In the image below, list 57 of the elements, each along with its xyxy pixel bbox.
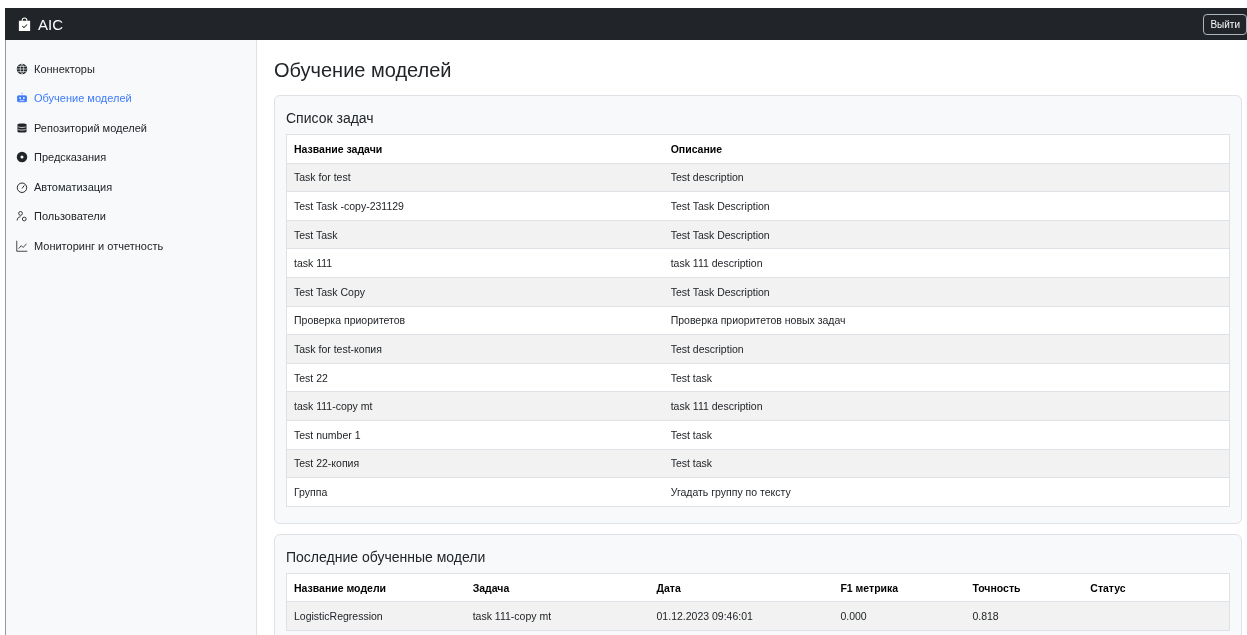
- gauge-icon: [16, 180, 28, 193]
- table-cell: 0.818: [965, 601, 1084, 631]
- sidebar-item[interactable]: Мониторинг и отчетность: [6, 231, 256, 261]
- bag-icon: [17, 16, 32, 32]
- column-header: Название задачи: [286, 134, 664, 164]
- chart-icon: [16, 239, 28, 252]
- people-icon: [16, 210, 28, 223]
- table-cell: 01.12.2023 09:46:01: [649, 601, 834, 631]
- table-cell: 0.000: [833, 601, 966, 631]
- card-title: Последние обученные модели: [286, 548, 487, 565]
- table-cell: task 111 description: [663, 248, 1230, 278]
- table-cell: Task for test-копия: [286, 334, 664, 364]
- table-cell: LogisticRegression: [286, 601, 466, 631]
- table-cell: Проверка приоритетов: [286, 306, 664, 335]
- table-cell: Test Task: [286, 220, 664, 249]
- table-cell: Проверка приоритетов новых задач: [663, 306, 1230, 335]
- sidebar-item[interactable]: Автоматизация: [6, 172, 256, 202]
- table-cell: Test description: [663, 163, 1230, 192]
- brand-name[interactable]: AIC: [38, 15, 63, 33]
- sidebar-item[interactable]: Репозиторий моделей: [6, 113, 256, 143]
- column-header: Описание: [663, 134, 1230, 164]
- sidebar-item[interactable]: Пользователи: [6, 201, 256, 231]
- table-cell: Угадать группу по тексту: [663, 477, 1230, 507]
- table-cell: Test description: [663, 334, 1230, 364]
- table-cell: Test 22: [286, 363, 664, 392]
- table-cell: Test task: [663, 420, 1230, 450]
- table-cell: Test task: [663, 363, 1230, 392]
- robot-icon: [16, 92, 28, 105]
- column-header: Задача: [465, 573, 650, 602]
- card-title: Список задач: [286, 110, 375, 126]
- table-cell: Test Task Description: [663, 277, 1230, 307]
- table-cell: Test Task -copy-231129: [286, 191, 664, 221]
- database-icon: [16, 121, 28, 134]
- table-cell: task 111 description: [663, 391, 1230, 421]
- logout-button[interactable]: Выйти: [1203, 13, 1247, 35]
- sidebar-item[interactable]: Обучение моделей: [6, 83, 256, 113]
- table-cell: Test 22-копия: [286, 449, 664, 478]
- column-header: F1 метрика: [833, 573, 966, 602]
- table-cell: task 111: [286, 248, 664, 278]
- table-cell: Test Task Copy: [286, 277, 664, 307]
- page-title: Обучение моделей: [274, 59, 453, 82]
- disc-icon: [16, 151, 28, 164]
- column-header: Дата: [649, 573, 834, 602]
- column-header: Точность: [965, 573, 1084, 602]
- table-cell: Test Task Description: [663, 191, 1230, 221]
- globe-icon: [16, 62, 28, 75]
- table-cell: Test number 1: [286, 420, 664, 450]
- table-cell: task 111-copy mt: [465, 601, 650, 631]
- table-cell: task 111-copy mt: [286, 391, 664, 421]
- table-cell: Группа: [286, 477, 664, 507]
- column-header: Название модели: [286, 573, 466, 602]
- sidebar-item[interactable]: Предсказания: [6, 142, 256, 172]
- sidebar-item[interactable]: Коннекторы: [6, 54, 256, 84]
- table-cell: Task for test: [286, 163, 664, 192]
- table-cell: Test task: [663, 449, 1230, 478]
- column-header: Статус: [1083, 573, 1230, 602]
- table-cell: Test Task Description: [663, 220, 1230, 249]
